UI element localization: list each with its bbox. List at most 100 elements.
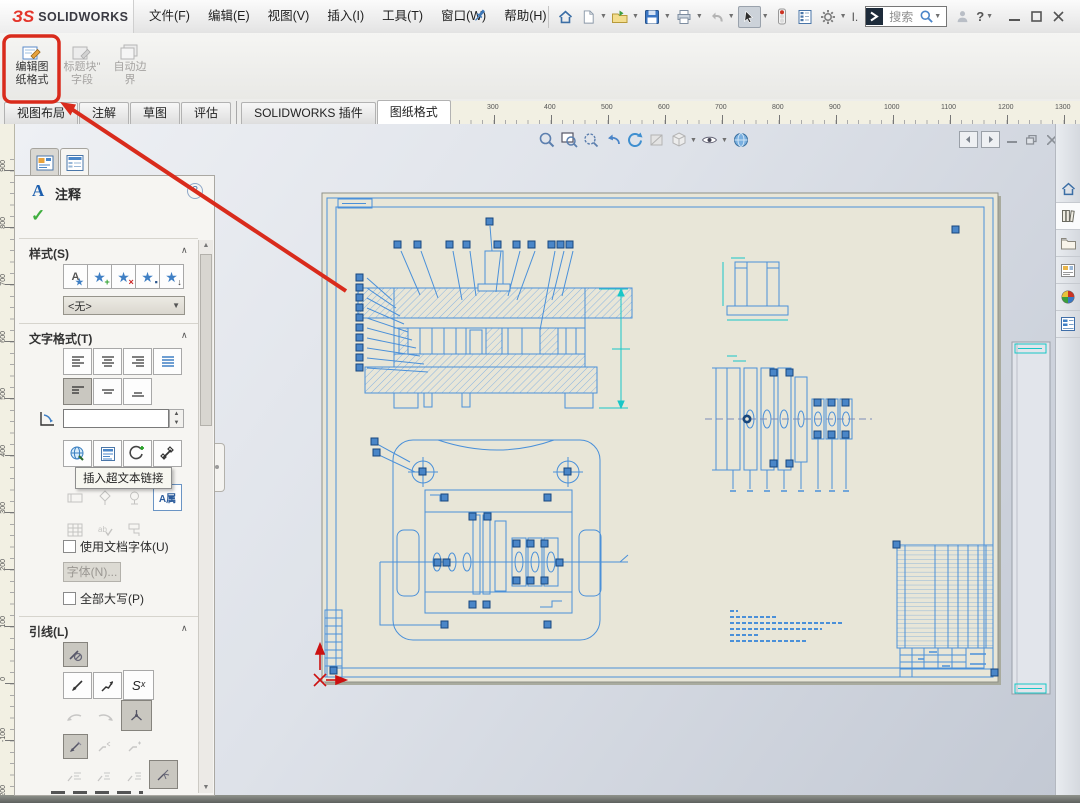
tab-evaluate[interactable]: 评估 bbox=[181, 102, 231, 124]
bent-leader-button[interactable] bbox=[93, 672, 122, 699]
panel-scrollbar[interactable]: ▲ ▼ bbox=[198, 240, 213, 793]
align-bottom-button[interactable] bbox=[123, 378, 152, 405]
traffic-light-icon[interactable] bbox=[772, 7, 793, 27]
use-document-font-checkbox[interactable] bbox=[63, 540, 76, 553]
pin-menubar-icon[interactable] bbox=[472, 7, 488, 30]
appearances-button[interactable] bbox=[1056, 284, 1080, 311]
apply-default-style-button[interactable]: A★ bbox=[63, 264, 88, 289]
scroll-right-button[interactable] bbox=[981, 131, 1000, 148]
menu-edit[interactable]: 编辑(E) bbox=[199, 0, 259, 33]
help-circle-icon[interactable]: ? bbox=[187, 183, 203, 199]
display-style-caret[interactable]: ▼ bbox=[690, 137, 697, 144]
scrollbar-down-icon[interactable]: ▼ bbox=[199, 784, 213, 791]
undo-button[interactable] bbox=[706, 7, 727, 27]
all-caps-label[interactable]: 全部大写(P) bbox=[80, 590, 144, 607]
new-document-button[interactable] bbox=[578, 7, 599, 27]
save-style-button[interactable]: ★▪ bbox=[135, 264, 160, 289]
settings-gear-button[interactable] bbox=[818, 7, 839, 27]
align-right-button[interactable] bbox=[123, 348, 152, 375]
align-top-button[interactable] bbox=[63, 378, 92, 405]
tab-view-layout[interactable]: 视图布局 bbox=[4, 102, 78, 124]
ok-check-icon[interactable]: ✓ bbox=[31, 206, 45, 226]
search-magnifier-icon[interactable] bbox=[919, 9, 934, 24]
no-leader-button[interactable] bbox=[63, 642, 88, 667]
tab-sketch[interactable]: 草图 bbox=[130, 102, 180, 124]
scrollbar-thumb[interactable] bbox=[200, 254, 212, 426]
zoom-area-button[interactable] bbox=[558, 129, 580, 151]
property-manager-tab[interactable] bbox=[60, 148, 89, 177]
link-to-property-button[interactable] bbox=[93, 440, 122, 467]
custom-properties-button[interactable] bbox=[1056, 311, 1080, 338]
rotate-view-button[interactable] bbox=[624, 129, 646, 151]
print-dropdown-caret[interactable]: ▼ bbox=[696, 13, 703, 20]
save-button[interactable] bbox=[642, 7, 663, 27]
open-button[interactable] bbox=[610, 7, 631, 27]
auto-border-button[interactable]: 自动边 界 bbox=[106, 37, 154, 95]
angle-spinner[interactable]: ▲▼ bbox=[169, 409, 184, 428]
unlink-button[interactable] bbox=[153, 440, 182, 467]
gear-dropdown-caret[interactable]: ▼ bbox=[840, 13, 847, 20]
text-format-section-header[interactable]: 文字格式(T) bbox=[15, 330, 92, 347]
minimize-button[interactable] bbox=[1003, 7, 1025, 27]
spline-leader-button[interactable]: Sˣ bbox=[123, 670, 154, 700]
delete-style-button[interactable]: ★× bbox=[111, 264, 136, 289]
load-style-button[interactable]: ★↓ bbox=[159, 264, 184, 289]
zoom-fit-button[interactable] bbox=[536, 129, 558, 151]
insert-geometric-tolerance-button[interactable] bbox=[123, 440, 152, 467]
menu-view[interactable]: 视图(V) bbox=[259, 0, 319, 33]
tab-sheet-format[interactable]: 图纸格式 bbox=[377, 100, 451, 124]
menu-file[interactable]: 文件(F) bbox=[140, 0, 199, 33]
file-explorer-button[interactable] bbox=[1056, 230, 1080, 257]
search-dropdown-caret[interactable]: ▼ bbox=[934, 13, 941, 20]
hide-show-caret[interactable]: ▼ bbox=[721, 137, 728, 144]
search-input[interactable]: 搜索 bbox=[889, 8, 913, 25]
menu-insert[interactable]: 插入(I) bbox=[318, 0, 373, 33]
search-box[interactable]: 搜索 ▼ bbox=[865, 6, 947, 27]
tab-solidworks-addins[interactable]: SOLIDWORKS 插件 bbox=[241, 102, 376, 124]
home-button[interactable] bbox=[555, 7, 576, 27]
section-view-button[interactable] bbox=[646, 129, 668, 151]
align-middle-button[interactable] bbox=[93, 378, 122, 405]
help-dropdown-caret[interactable]: ▼ bbox=[986, 13, 993, 20]
user-account-button[interactable] bbox=[952, 7, 973, 27]
title-block-fields-button[interactable]: 标题块" 字段 bbox=[58, 37, 106, 95]
open-dropdown-caret[interactable]: ▼ bbox=[632, 13, 639, 20]
straight-leader-button[interactable] bbox=[63, 672, 92, 699]
document-minimize-button[interactable] bbox=[1003, 132, 1020, 147]
taskpane-home-button[interactable] bbox=[1056, 176, 1080, 203]
multi-jog-leader-button[interactable] bbox=[121, 700, 152, 731]
edit-sheet-format-button[interactable]: 编辑图 纸格式 bbox=[8, 37, 56, 95]
undo-dropdown-caret[interactable]: ▼ bbox=[728, 13, 735, 20]
hide-show-items-button[interactable] bbox=[699, 129, 721, 151]
insert-hyperlink-button[interactable] bbox=[63, 440, 92, 467]
save-dropdown-caret[interactable]: ▼ bbox=[664, 13, 671, 20]
select-dropdown-caret[interactable]: ▼ bbox=[762, 13, 769, 20]
view-palette-button[interactable] bbox=[1056, 257, 1080, 284]
tab-annotation[interactable]: 注解 bbox=[79, 102, 129, 124]
zoom-selection-button[interactable] bbox=[580, 129, 602, 151]
task-list-button[interactable] bbox=[795, 7, 816, 27]
angle-input[interactable] bbox=[63, 409, 169, 428]
align-center-button[interactable] bbox=[93, 348, 122, 375]
leader-collapse-icon[interactable]: ∧ bbox=[181, 623, 188, 634]
style-collapse-icon[interactable]: ∧ bbox=[181, 245, 188, 256]
align-left-button[interactable] bbox=[63, 348, 92, 375]
select-tool-button[interactable] bbox=[738, 6, 761, 28]
leader-section-header[interactable]: 引线(L) bbox=[15, 623, 68, 640]
use-document-font-label[interactable]: 使用文档字体(U) bbox=[80, 538, 169, 555]
print-button[interactable] bbox=[674, 7, 695, 27]
display-style-button[interactable] bbox=[668, 129, 690, 151]
document-restore-button[interactable] bbox=[1023, 132, 1040, 147]
scroll-left-button[interactable] bbox=[959, 131, 978, 148]
instant2d-button[interactable]: I. bbox=[852, 10, 859, 24]
previous-view-button[interactable] bbox=[602, 129, 624, 151]
all-caps-checkbox[interactable] bbox=[63, 592, 76, 605]
help-button[interactable]: ? bbox=[976, 9, 984, 24]
design-library-button[interactable] bbox=[1056, 203, 1080, 230]
add-style-button[interactable]: ★+ bbox=[87, 264, 112, 289]
justify-button[interactable] bbox=[153, 348, 182, 375]
scrollbar-up-icon[interactable]: ▲ bbox=[199, 242, 213, 249]
maximize-button[interactable] bbox=[1025, 7, 1047, 27]
text-format-collapse-icon[interactable]: ∧ bbox=[181, 330, 188, 341]
auto-leader-button[interactable] bbox=[149, 760, 178, 789]
